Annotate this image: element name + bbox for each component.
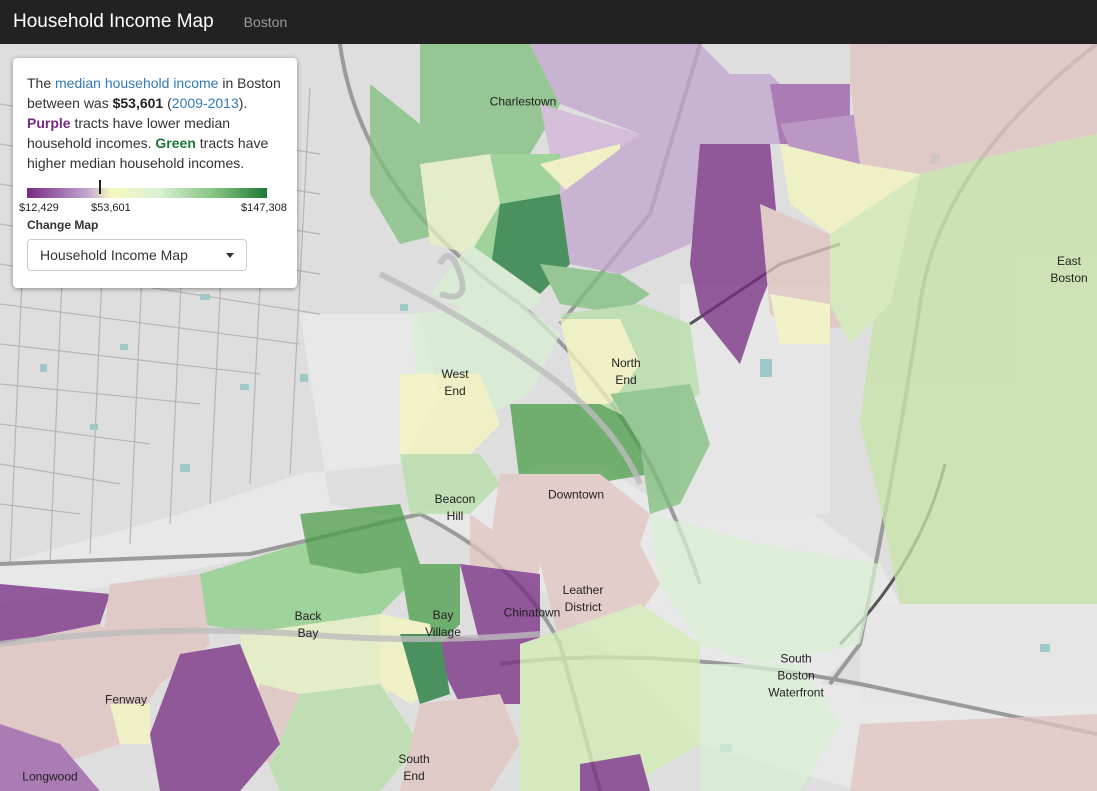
- legend-max-label: $147,308: [241, 202, 287, 214]
- nav-city-link[interactable]: Boston: [244, 14, 288, 30]
- legend-gradient-bar: [27, 188, 267, 198]
- median-income-link[interactable]: median household income: [55, 75, 218, 91]
- color-legend: $12,429 $53,601 $147,308: [19, 180, 287, 218]
- caret-down-icon: [226, 252, 234, 258]
- purple-keyword: Purple: [27, 115, 71, 131]
- panel-description: The median household income in Boston be…: [27, 73, 291, 173]
- legend-mid-label: $53,601: [91, 202, 131, 214]
- desc-text: ).: [238, 95, 248, 111]
- change-map-label: Change Map: [27, 218, 99, 232]
- green-keyword: Green: [155, 135, 196, 151]
- tract: [300, 504, 420, 574]
- select-value: Household Income Map: [40, 247, 188, 263]
- legend-min-label: $12,429: [19, 202, 59, 214]
- harbor-water-2: [860, 604, 1097, 704]
- navbar: Household Income Map Boston: [0, 0, 1097, 44]
- years-link[interactable]: 2009-2013: [172, 95, 239, 111]
- info-panel: The median household income in Boston be…: [13, 58, 297, 288]
- tract: [850, 714, 1097, 791]
- median-value: $53,601: [112, 95, 164, 111]
- desc-text: The: [27, 75, 56, 91]
- map-select-dropdown[interactable]: Household Income Map: [27, 239, 247, 271]
- app-title[interactable]: Household Income Map: [13, 11, 214, 33]
- desc-text: (: [163, 95, 172, 111]
- legend-median-tick: [99, 180, 101, 194]
